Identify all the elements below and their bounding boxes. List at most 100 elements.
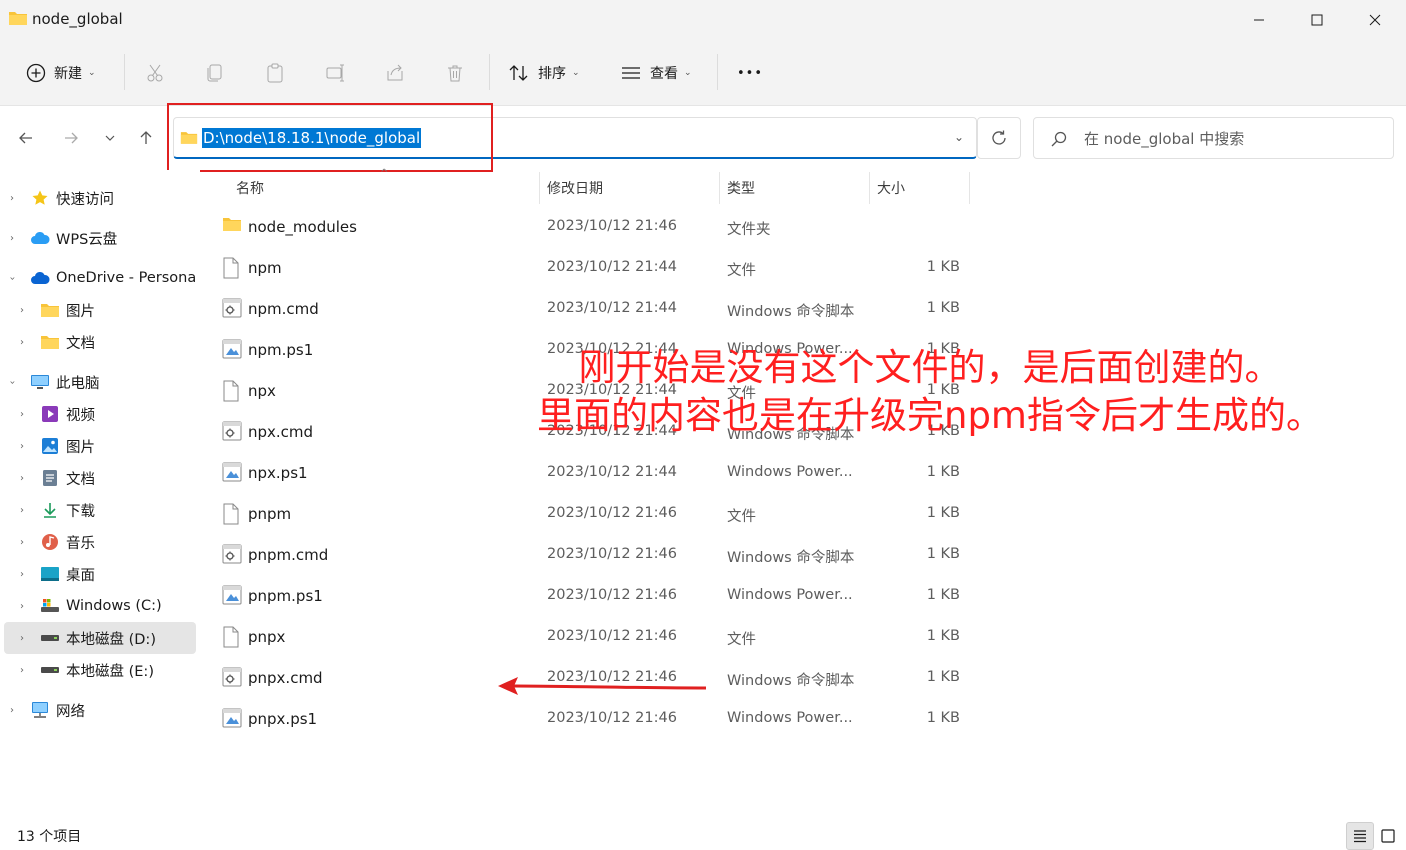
sort-button[interactable]: 排序 ⌄ [508,58,580,88]
chevron-right-icon[interactable]: › [20,505,24,516]
search-box[interactable] [1033,117,1394,159]
nav-item[interactable]: › 桌面 [4,558,196,590]
file-row[interactable]: node_modules 2023/10/12 21:46 文件夹 [214,208,974,249]
chevron-right-icon[interactable]: › [20,473,24,484]
cut-button[interactable] [145,58,165,88]
nav-label: 文档 [66,471,95,488]
chevron-right-icon[interactable]: › [20,665,24,676]
file-type: 文件 [727,263,756,279]
file-name: pnpx [248,628,286,646]
folder-icon [40,300,60,320]
copy-button[interactable] [205,58,225,88]
file-icon [222,626,242,648]
column-divider[interactable] [719,172,720,204]
file-name: pnpm.ps1 [248,587,323,605]
view-button[interactable]: 查看 ⌄ [620,58,692,88]
chevron-right-icon[interactable]: › [20,633,24,644]
share-button[interactable] [385,58,405,88]
column-header-name[interactable]: 名称 [236,170,264,206]
music-icon [40,532,60,552]
file-date: 2023/10/12 21:46 [547,218,677,234]
annotation-highlight-box [167,103,493,172]
chevron-right-icon[interactable]: › [10,233,14,244]
view-label: 查看 [650,66,678,82]
up-button[interactable] [132,124,160,152]
maximize-button[interactable] [1288,0,1346,40]
file-name: npx [248,382,276,400]
documents-icon [40,468,60,488]
file-date: 2023/10/12 21:44 [547,259,677,275]
column-header-date[interactable]: 修改日期 [547,170,603,206]
nav-item[interactable]: › 本地磁盘 (D:) [4,622,196,654]
minimize-button[interactable] [1230,0,1288,40]
desktop-icon [40,564,60,584]
cmd-file-icon [222,421,242,443]
more-icon: ••• [737,65,764,81]
chevron-down-icon[interactable]: › [7,380,18,384]
folder-icon [40,332,60,352]
chevron-down-icon: ⌄ [572,68,580,78]
chevron-right-icon[interactable]: › [20,569,24,580]
chevron-right-icon[interactable]: › [20,601,24,612]
chevron-right-icon[interactable]: › [20,409,24,420]
nav-item[interactable]: › 快速访问 [4,182,196,214]
details-view-button[interactable] [1346,822,1374,850]
copy-icon [207,64,222,82]
large-icons-view-button[interactable] [1374,822,1402,850]
clipboard-icon [267,63,283,83]
more-button[interactable]: ••• [737,58,763,88]
network-icon [30,700,50,720]
nav-item[interactable]: › 文档 [4,462,196,494]
column-header-size[interactable]: 大小 [877,170,905,206]
recent-locations-button[interactable] [96,124,124,152]
nav-item[interactable]: › 本地磁盘 (E:) [4,654,196,686]
file-size: 1 KB [926,710,960,726]
chevron-right-icon[interactable]: › [20,537,24,548]
nav-item[interactable]: › 图片 [4,430,196,462]
chevron-right-icon[interactable]: › [10,705,14,716]
forward-button[interactable] [57,124,85,152]
toolbar-divider [489,54,490,90]
nav-label: 文档 [66,335,95,352]
nav-item[interactable]: › 视频 [4,398,196,430]
file-row[interactable]: pnpm.ps1 2023/10/12 21:46 Windows Power...… [214,577,974,618]
nav-item[interactable]: › 此电脑 [4,366,196,398]
nav-item[interactable]: › Windows (C:) [4,590,196,622]
close-button[interactable] [1346,0,1404,40]
column-divider[interactable] [969,172,970,204]
column-divider[interactable] [869,172,870,204]
pictures-icon [40,436,60,456]
chevron-down-icon[interactable]: › [7,276,18,280]
nav-label: 本地磁盘 (D:) [66,631,156,648]
nav-label: 本地磁盘 (E:) [66,663,154,680]
nav-item[interactable]: › 图片 [4,294,196,326]
nav-item[interactable]: › OneDrive - Persona [4,262,197,294]
delete-button[interactable] [445,58,465,88]
file-row[interactable]: pnpx.ps1 2023/10/12 21:46 Windows Power...… [214,700,974,741]
search-input[interactable] [1084,128,1374,150]
file-row[interactable]: npm 2023/10/12 21:44 文件 1 KB [214,249,974,290]
nav-item[interactable]: › 下载 [4,494,196,526]
nav-item[interactable]: › 文档 [4,326,196,358]
file-row[interactable]: pnpx 2023/10/12 21:46 文件 1 KB [214,618,974,659]
chevron-down-icon[interactable]: ⌄ [954,130,964,144]
rename-button[interactable] [325,58,347,88]
nav-label: OneDrive - Persona [56,270,196,286]
file-row[interactable]: pnpm.cmd 2023/10/12 21:46 Windows 命令脚本 1 KB [214,536,974,577]
new-button[interactable]: 新建 ⌄ [26,58,96,88]
chevron-right-icon[interactable]: › [10,193,14,204]
column-header-type[interactable]: 类型 [727,170,755,206]
back-button[interactable] [12,124,40,152]
chevron-right-icon[interactable]: › [20,441,24,452]
file-row[interactable]: pnpm 2023/10/12 21:46 文件 1 KB [214,495,974,536]
file-row[interactable]: npm.cmd 2023/10/12 21:44 Windows 命令脚本 1 KB [214,290,974,331]
nav-item[interactable]: › 音乐 [4,526,196,558]
file-row[interactable]: npx.ps1 2023/10/12 21:44 Windows Power... 1… [214,454,974,495]
nav-item[interactable]: › 网络 [4,694,196,726]
refresh-button[interactable] [977,117,1021,159]
chevron-right-icon[interactable]: › [20,305,24,316]
column-divider[interactable] [539,172,540,204]
paste-button[interactable] [265,58,285,88]
chevron-right-icon[interactable]: › [20,337,24,348]
nav-item[interactable]: › WPS云盘 [4,222,196,254]
